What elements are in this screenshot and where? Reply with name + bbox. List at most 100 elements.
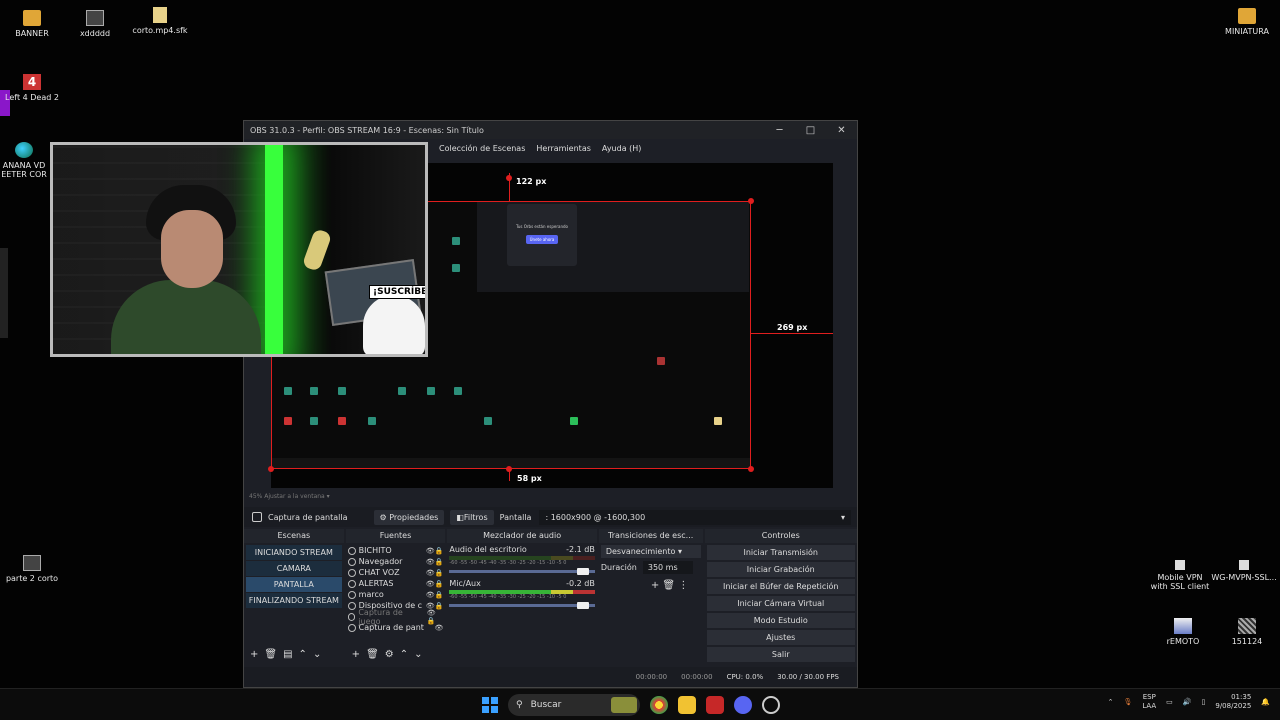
desktop-icon-remoto[interactable]: rEMOTO xyxy=(1148,618,1218,646)
slider-knob[interactable] xyxy=(576,568,589,575)
discord-icon[interactable] xyxy=(734,696,752,714)
volume-slider[interactable] xyxy=(449,602,595,609)
move-up-button[interactable]: ⌃ xyxy=(299,649,307,660)
move-down-button[interactable]: ⌄ xyxy=(414,649,422,660)
desktop-icon-miniatura[interactable]: MINIATURA xyxy=(1212,8,1280,36)
eye-icon[interactable]: 👁🔒 xyxy=(427,609,444,625)
network-icon[interactable]: ▭ xyxy=(1166,698,1173,706)
system-tray: ⌃ 🎙 ESP LAA ▭ 🔊 ▯ 01:35 9/08/2025 🔔 xyxy=(1108,693,1280,711)
add-transition-button[interactable]: + xyxy=(651,580,659,591)
add-scene-button[interactable]: + xyxy=(250,649,258,660)
remove-transition-button[interactable]: 🗑 xyxy=(662,580,675,591)
display-select[interactable]: : 1600x900 @ -1600,300 ▾ xyxy=(539,509,851,525)
desktop-icon-left4dead[interactable]: 4 Left 4 Dead 2 xyxy=(0,74,67,102)
windows-taskbar: ⚲ Buscar ⌃ 🎙 ESP LAA ▭ 🔊 ▯ 01:35 9/08/20… xyxy=(0,688,1280,720)
chrome-icon[interactable] xyxy=(650,696,668,714)
source-visibility-checkbox[interactable] xyxy=(252,512,262,522)
menu-help[interactable]: Ayuda (H) xyxy=(602,144,642,153)
start-stream-button[interactable]: Iniciar Transmisión xyxy=(706,545,855,560)
maximize-button[interactable]: □ xyxy=(795,125,826,136)
captured-desktop-icon xyxy=(570,417,578,425)
scene-item[interactable]: CAMARA xyxy=(246,561,342,576)
move-up-button[interactable]: ⌃ xyxy=(400,649,408,660)
menu-scene-collection[interactable]: Colección de Escenas xyxy=(439,144,525,153)
microphone xyxy=(301,228,333,272)
desktop-icon-edge[interactable]: ANANA VD EETER COR xyxy=(0,142,54,179)
zoom-indicator[interactable]: 45% Ajustar a la ventana ▾ xyxy=(249,493,330,500)
obs-icon[interactable] xyxy=(762,696,780,714)
duration-input[interactable]: 350 ms xyxy=(642,561,693,574)
microphone-icon[interactable]: 🎙 xyxy=(1123,698,1132,706)
search-highlight-icon xyxy=(611,697,637,713)
volume-icon[interactable]: 🔊 xyxy=(1183,698,1192,706)
desktop-icon-parte2[interactable]: parte 2 corto xyxy=(0,555,67,583)
source-item[interactable]: Captura de juego 👁🔒 xyxy=(347,608,444,626)
captured-desktop-icon xyxy=(284,417,292,425)
eye-icon[interactable]: 👁🔒 xyxy=(426,580,444,588)
eye-icon[interactable]: 👁🔒 xyxy=(426,558,444,566)
channel-db: -2.1 dB xyxy=(566,545,595,554)
minimize-button[interactable]: ─ xyxy=(764,125,795,136)
eye-icon[interactable]: 👁 xyxy=(434,624,443,632)
eye-icon[interactable]: 👁🔒 xyxy=(426,591,444,599)
status-bar: 00:00:00 00:00:00 CPU: 0.0% 30.00 / 30.0… xyxy=(244,667,857,687)
taskbar-search[interactable]: ⚲ Buscar xyxy=(508,694,640,716)
slider-knob[interactable] xyxy=(576,602,589,609)
source-properties-button[interactable]: ⚙ xyxy=(385,649,394,660)
menu-tools[interactable]: Herramientas xyxy=(536,144,591,153)
clock[interactable]: 01:35 9/08/2025 xyxy=(1215,693,1251,711)
scene-item-active[interactable]: PANTALLA xyxy=(246,577,342,592)
app-icon[interactable] xyxy=(706,696,724,714)
desktop-icon-label: ANANA VD EETER COR xyxy=(1,161,47,179)
resize-handle[interactable] xyxy=(268,466,274,472)
battery-icon[interactable]: ▯ xyxy=(1202,698,1206,706)
desktop-icon-xddddd[interactable]: xddddd xyxy=(60,10,130,38)
more-icon[interactable]: ⋮ xyxy=(678,580,688,591)
desktop-icon-wgvpn[interactable]: WG-MVPN-SSL... xyxy=(1210,560,1278,582)
windows-start-icon[interactable] xyxy=(482,697,498,713)
source-item[interactable]: Navegador 👁🔒 xyxy=(347,556,444,567)
volume-slider[interactable] xyxy=(449,568,595,575)
exit-button[interactable]: Salir xyxy=(706,647,855,662)
source-item[interactable]: BICHITO 👁🔒 xyxy=(347,545,444,556)
chevron-up-icon[interactable]: ⌃ xyxy=(1108,698,1114,706)
remove-scene-button[interactable]: 🗑 xyxy=(264,649,277,660)
source-item[interactable]: CHAT VOZ 👁🔒 xyxy=(347,567,444,578)
start-replay-buffer-button[interactable]: Iniciar el Búfer de Repetición xyxy=(706,579,855,594)
transitions-body: Desvanecimiento ▾ Duración 350 ms + 🗑 ⋮ xyxy=(599,543,703,663)
studio-mode-button[interactable]: Modo Estudio xyxy=(706,613,855,628)
obs-titlebar[interactable]: OBS 31.0.3 - Perfil: OBS STREAM 16:9 - E… xyxy=(244,121,857,139)
file-explorer-icon[interactable] xyxy=(678,696,696,714)
desktop-icon-151124[interactable]: 151124 xyxy=(1212,618,1280,646)
start-virtual-camera-button[interactable]: Iniciar Cámara Virtual xyxy=(706,596,855,611)
desktop-icon-corto[interactable]: corto.mp4.sfk xyxy=(125,7,195,35)
scene-item[interactable]: FINALIZANDO STREAM xyxy=(246,593,342,608)
notification-icon[interactable]: 🔔 xyxy=(1261,698,1270,706)
start-recording-button[interactable]: Iniciar Grabación xyxy=(706,562,855,577)
transition-value: Desvanecimiento xyxy=(605,547,676,556)
chevron-down-icon: ▾ xyxy=(840,512,845,522)
add-source-button[interactable]: + xyxy=(352,649,360,660)
resize-handle[interactable] xyxy=(748,466,754,472)
settings-button[interactable]: Ajustes xyxy=(706,630,855,645)
transition-select[interactable]: Desvanecimiento ▾ xyxy=(600,545,701,558)
webcam-overlay[interactable]: ¡SUSCRÍBETE! xyxy=(50,142,428,357)
resize-handle[interactable] xyxy=(748,198,754,204)
chevron-down-icon: ▾ xyxy=(677,547,682,556)
filters-button[interactable]: ◧Filtros xyxy=(450,509,494,525)
desktop-icon-banner[interactable]: BANNER xyxy=(0,10,67,38)
close-button[interactable]: ✕ xyxy=(826,125,857,136)
eye-icon[interactable]: 👁🔒 xyxy=(426,547,444,555)
properties-button[interactable]: ⚙ Propiedades xyxy=(373,509,445,525)
source-item[interactable]: ALERTAS 👁🔒 xyxy=(347,578,444,589)
source-item[interactable]: marco 👁🔒 xyxy=(347,589,444,600)
source-name: marco xyxy=(358,590,384,599)
language-indicator[interactable]: ESP LAA xyxy=(1142,693,1156,711)
duration-label: Duración xyxy=(600,563,637,572)
eye-icon[interactable]: 👁🔒 xyxy=(426,569,444,577)
move-down-button[interactable]: ⌄ xyxy=(313,649,321,660)
desktop-icon-mobilevpn[interactable]: Mobile VPN with SSL client xyxy=(1148,560,1212,591)
scene-filters-button[interactable]: ▤ xyxy=(283,649,292,660)
scene-item[interactable]: INICIANDO STREAM xyxy=(246,545,342,560)
remove-source-button[interactable]: 🗑 xyxy=(366,649,379,660)
